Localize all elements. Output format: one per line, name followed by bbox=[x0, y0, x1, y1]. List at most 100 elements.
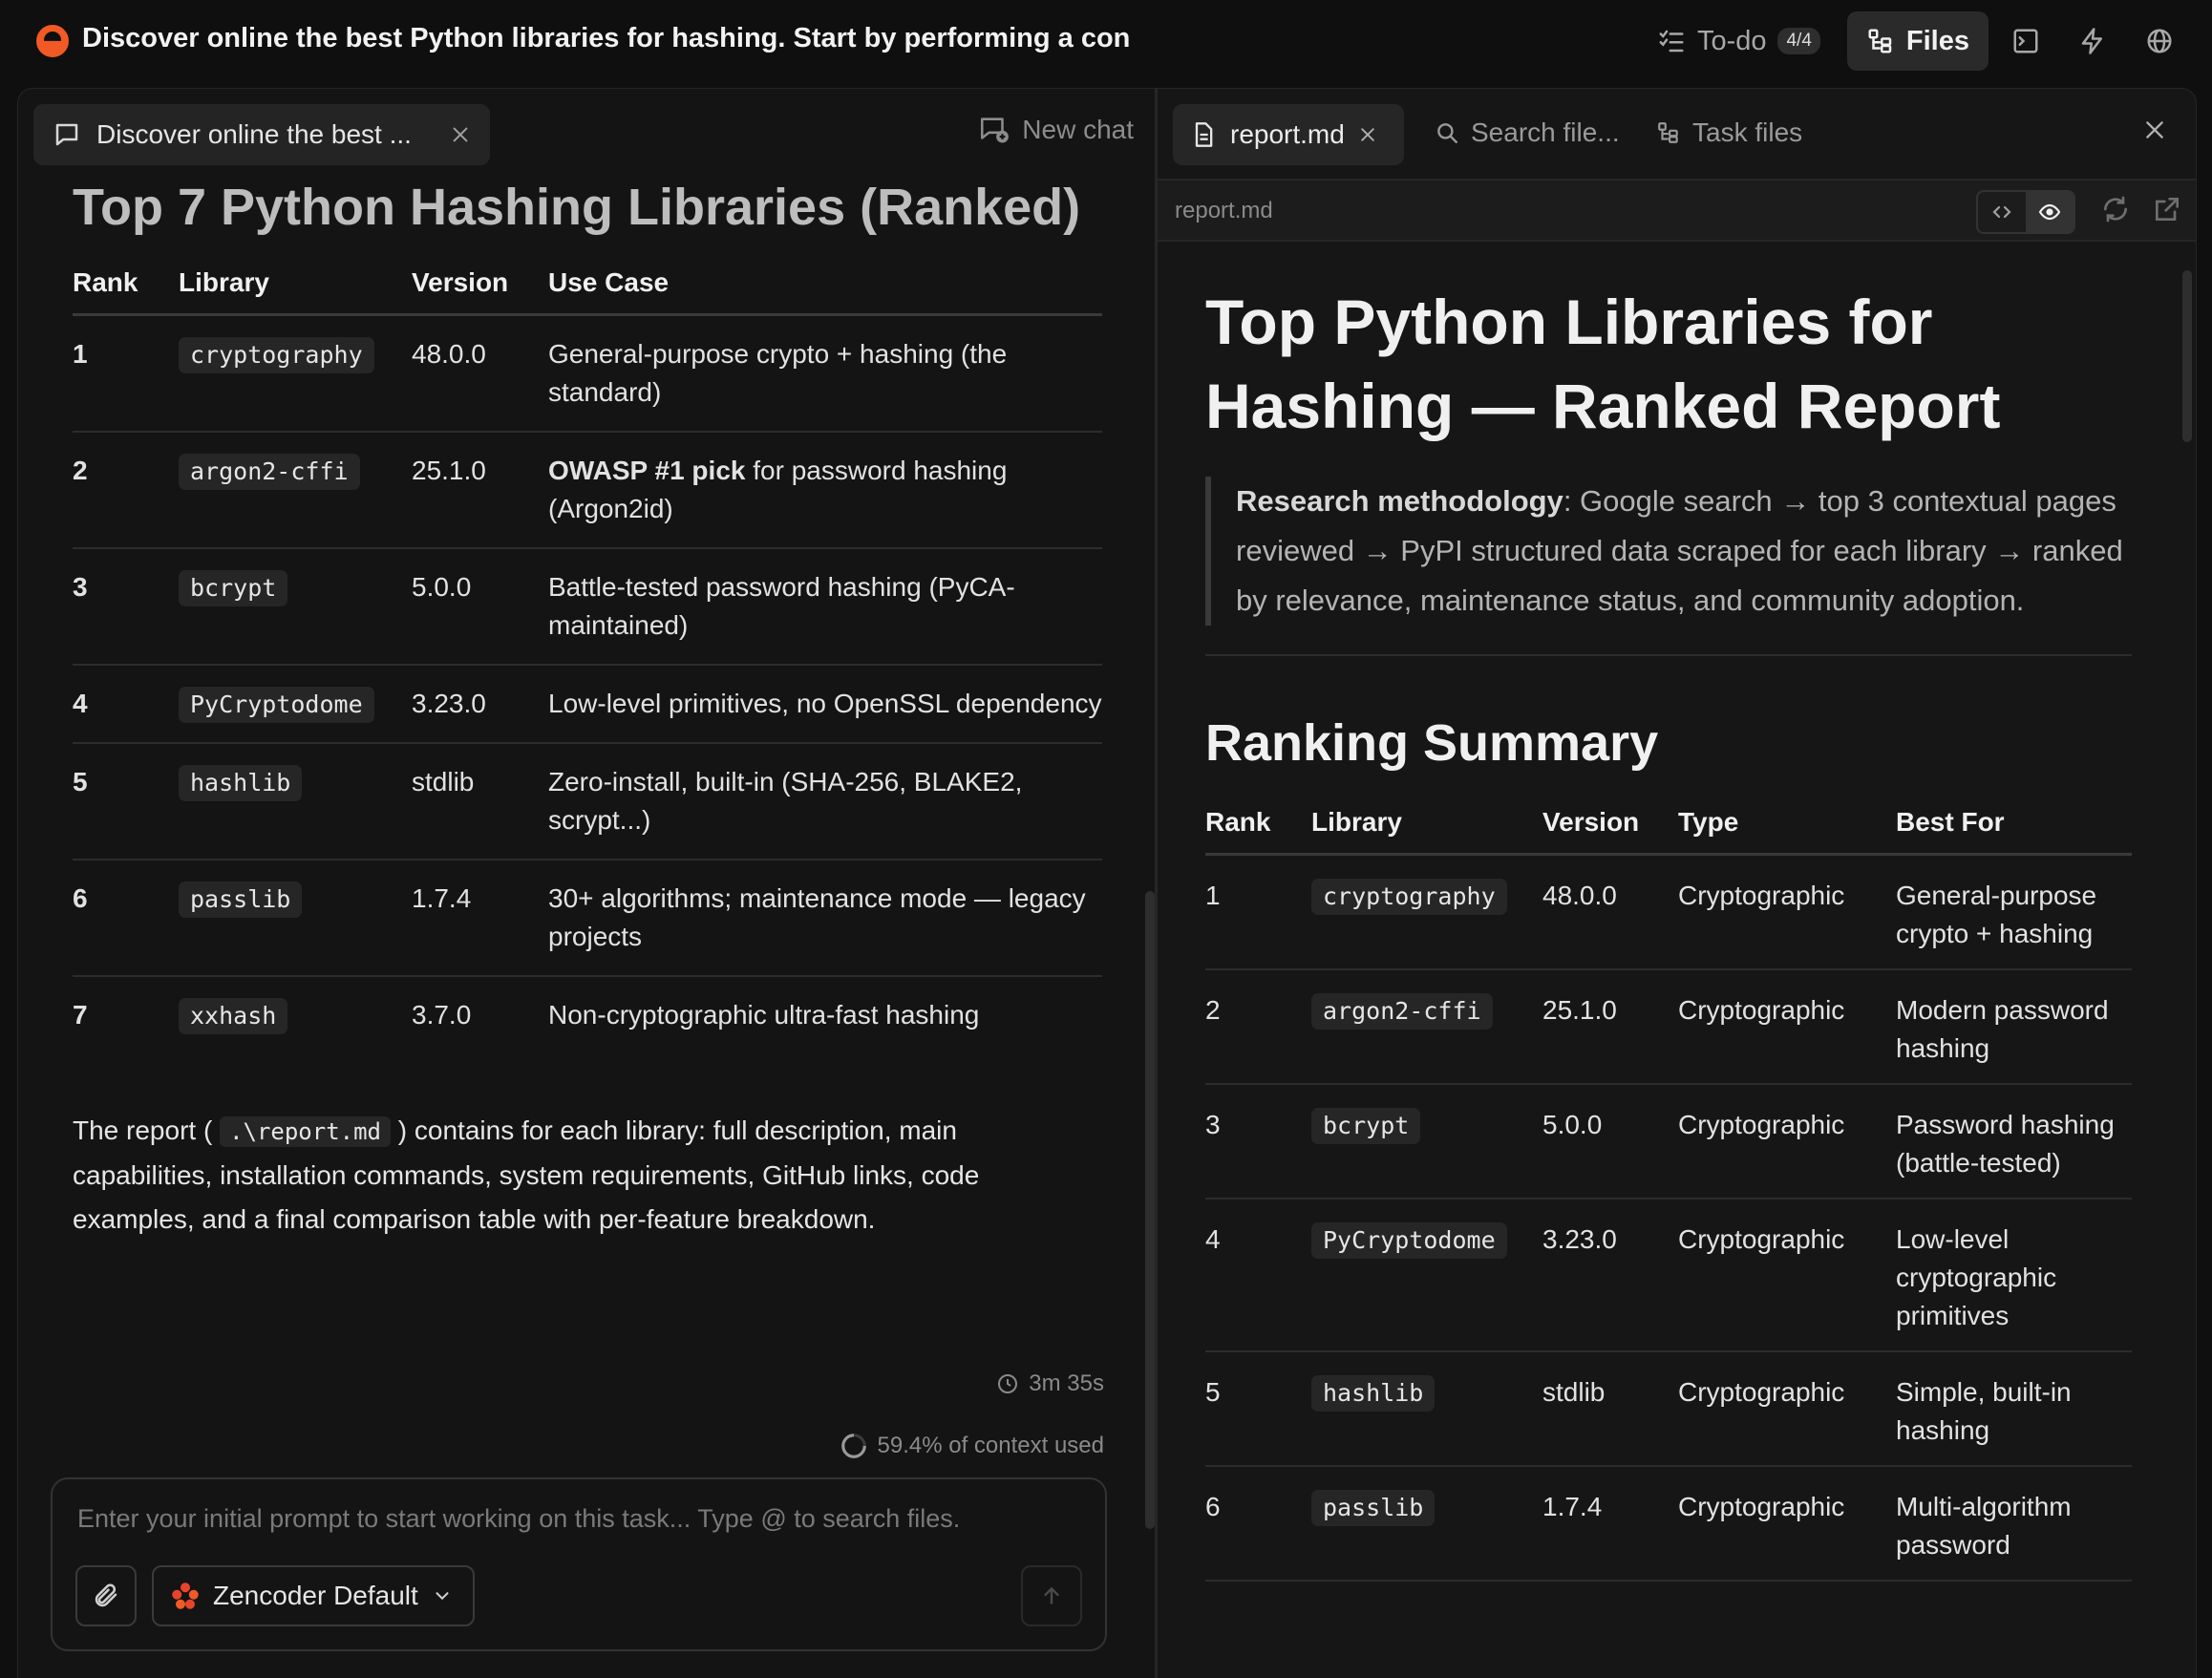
type-cell: Cryptographic bbox=[1678, 969, 1896, 1085]
use-case-cell: Non-cryptographic ultra-fast hashing bbox=[548, 976, 1102, 1053]
refresh-button[interactable] bbox=[2100, 194, 2131, 224]
use-case-text: Battle-tested password hashing (PyCA-mai… bbox=[548, 571, 1015, 640]
close-files-panel-icon[interactable] bbox=[2142, 117, 2167, 142]
library-cell: hashlib bbox=[1311, 1351, 1542, 1467]
table-row: 4 PyCryptodome 3.23.0 Low-level primitives,… bbox=[73, 664, 1102, 744]
close-chat-tab-icon[interactable] bbox=[450, 124, 471, 145]
chevron-down-icon bbox=[432, 1585, 453, 1606]
top-bar: Discover online the best Python librarie… bbox=[0, 0, 2212, 84]
todo-label: To-do bbox=[1696, 25, 1767, 56]
use-case-text: General-purpose crypto + hashing (the st… bbox=[548, 338, 1008, 407]
use-case-text: Zero-install, built-in (SHA-256, BLAKE2,… bbox=[548, 766, 1023, 835]
preview-view-button[interactable] bbox=[2026, 192, 2074, 232]
attach-button[interactable] bbox=[75, 1565, 137, 1626]
view-mode-toggle[interactable] bbox=[1976, 190, 2075, 234]
table-row: 5 hashlib stdlib Zero-install, built-in (SH… bbox=[73, 742, 1102, 860]
library-code: bcrypt bbox=[1311, 1108, 1421, 1144]
file-tab-report[interactable]: report.md bbox=[1173, 104, 1404, 165]
paragraph-text: The report ( bbox=[73, 1115, 213, 1145]
type-cell: Cryptographic bbox=[1678, 1199, 1896, 1352]
context-usage-text: 59.4% of context used bbox=[877, 1433, 1105, 1458]
browser-button[interactable] bbox=[2130, 11, 2189, 71]
table-row: 2 argon2-cffi 25.1.0 Cryptographic Modern pa… bbox=[1205, 969, 2132, 1085]
chat-message: Top 7 Python Hashing Libraries (Ranked) … bbox=[73, 177, 1104, 1458]
new-chat-label: New chat bbox=[1022, 115, 1134, 144]
library-code: bcrypt bbox=[179, 569, 288, 606]
prompt-input-box[interactable]: Enter your initial prompt to start worki… bbox=[51, 1477, 1107, 1651]
version-cell: 3.23.0 bbox=[1542, 1199, 1678, 1352]
report-path-code[interactable]: .\report.md bbox=[220, 1115, 392, 1147]
version-cell: stdlib bbox=[412, 742, 548, 860]
column-header: Best For bbox=[1896, 807, 2132, 856]
library-cell: bcrypt bbox=[179, 547, 412, 666]
library-cell: hashlib bbox=[179, 742, 412, 860]
library-cell: xxhash bbox=[179, 976, 412, 1053]
best-for-cell: Password hashing (battle-tested) bbox=[1896, 1084, 2132, 1200]
version-cell: 25.1.0 bbox=[412, 431, 548, 549]
report-summary-paragraph: The report ( .\report.md ) contains for … bbox=[73, 1109, 1085, 1242]
rank-cell: 1 bbox=[73, 314, 179, 433]
library-code: hashlib bbox=[179, 764, 303, 801]
use-case-cell: Low-level primitives, no OpenSSL depende… bbox=[548, 664, 1102, 744]
library-code: hashlib bbox=[1311, 1375, 1436, 1412]
version-cell: 48.0.0 bbox=[1542, 854, 1678, 970]
library-cell: cryptography bbox=[179, 314, 412, 433]
type-cell: Cryptographic bbox=[1678, 854, 1896, 970]
send-button[interactable] bbox=[1021, 1565, 1082, 1626]
version-cell: 5.0.0 bbox=[412, 547, 548, 666]
column-header: Rank bbox=[73, 266, 179, 316]
use-case-cell: Battle-tested password hashing (PyCA-mai… bbox=[548, 547, 1102, 666]
prompt-input[interactable]: Enter your initial prompt to start worki… bbox=[77, 1504, 960, 1534]
task-files-icon bbox=[1656, 120, 1681, 145]
library-code: argon2-cffi bbox=[179, 453, 360, 490]
task-files-button[interactable]: Task files bbox=[1656, 117, 1802, 148]
library-code: PyCryptodome bbox=[179, 686, 374, 723]
files-button[interactable]: Files bbox=[1846, 11, 1989, 71]
library-cell: passlib bbox=[1311, 1466, 1542, 1582]
preview-scrollbar[interactable] bbox=[2182, 270, 2192, 442]
version-cell: stdlib bbox=[1542, 1351, 1678, 1467]
use-case-cell: 30+ algorithms; maintenance mode — legac… bbox=[548, 859, 1102, 977]
best-for-cell: Modern password hashing bbox=[1896, 969, 2132, 1085]
chat-tab-label: Discover online the best ... bbox=[96, 119, 412, 149]
clock-icon bbox=[996, 1372, 1019, 1395]
viewer-filename: report.md bbox=[1175, 198, 1273, 223]
file-tab-label: report.md bbox=[1230, 119, 1345, 149]
search-icon bbox=[1435, 120, 1459, 145]
table-row: 6 passlib 1.7.4 30+ algorithms; maintenance… bbox=[73, 859, 1102, 977]
globe-icon bbox=[2145, 27, 2174, 55]
methodology-blockquote: Research methodology: Google search → to… bbox=[1205, 477, 2132, 626]
search-files-label: Search file... bbox=[1471, 117, 1620, 147]
terminal-button[interactable] bbox=[1996, 11, 2055, 71]
rank-cell: 5 bbox=[1205, 1351, 1311, 1467]
table-row: 3 bcrypt 5.0.0 Cryptographic Password hashin… bbox=[1205, 1084, 2132, 1200]
chat-tab[interactable]: Discover online the best ... bbox=[33, 104, 490, 165]
code-view-button[interactable] bbox=[1978, 192, 2026, 232]
table-row: 4 PyCryptodome 3.23.0 Cryptographic Low-leve… bbox=[1205, 1199, 2132, 1352]
model-selector[interactable]: Zencoder Default bbox=[152, 1565, 475, 1626]
chat-scrollbar[interactable] bbox=[1145, 891, 1155, 1529]
table-row: 2 argon2-cffi 25.1.0 OWASP #1 pick for pass… bbox=[73, 431, 1102, 549]
search-files-button[interactable]: Search file... bbox=[1435, 117, 1620, 148]
rank-cell: 2 bbox=[73, 431, 179, 549]
actions-button[interactable] bbox=[2063, 11, 2122, 71]
table-row: 1 cryptography 48.0.0 General-purpose crypt… bbox=[73, 314, 1102, 433]
rank-cell: 4 bbox=[73, 664, 179, 744]
version-cell: 3.23.0 bbox=[412, 664, 548, 744]
document-icon bbox=[1190, 121, 1217, 148]
column-header: Library bbox=[1311, 807, 1542, 856]
close-file-tab-icon[interactable] bbox=[1358, 125, 1377, 144]
todo-button[interactable]: To-do 4/4 bbox=[1638, 11, 1840, 71]
new-chat-button[interactable]: New chat bbox=[978, 114, 1134, 146]
code-icon bbox=[1990, 201, 2013, 223]
best-for-cell: Low-level cryptographic primitives bbox=[1896, 1199, 2132, 1352]
open-external-button[interactable] bbox=[2152, 194, 2182, 224]
library-code: xxhash bbox=[179, 997, 288, 1034]
type-cell: Cryptographic bbox=[1678, 1466, 1896, 1582]
rank-cell: 2 bbox=[1205, 969, 1311, 1085]
library-cell: bcrypt bbox=[1311, 1084, 1542, 1200]
document-title: Top Python Libraries for Hashing — Ranke… bbox=[1205, 287, 2001, 441]
use-case-cell: Zero-install, built-in (SHA-256, BLAKE2,… bbox=[548, 742, 1102, 860]
library-code: cryptography bbox=[1311, 879, 1507, 915]
arrow-up-icon bbox=[1039, 1583, 1064, 1608]
